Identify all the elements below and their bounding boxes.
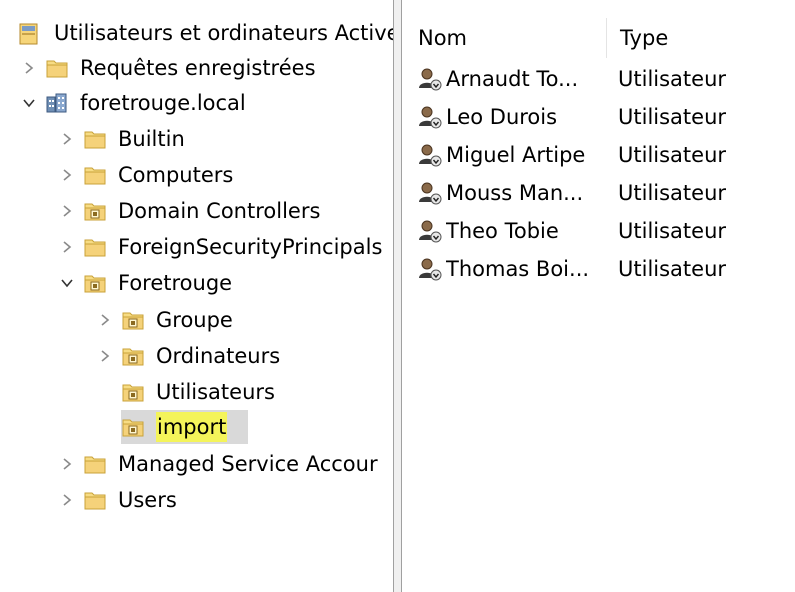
tree-item-saved-queries[interactable]: Requêtes enregistrées xyxy=(22,53,316,83)
tree-item-ordinateurs[interactable]: Ordinateurs xyxy=(98,341,280,371)
chevron-right-icon[interactable] xyxy=(60,240,74,254)
cell-type: Utilisateur xyxy=(618,67,727,91)
tree-item-managed-service-accounts[interactable]: Managed Service Accour xyxy=(60,449,378,479)
chevron-down-icon[interactable] xyxy=(22,96,36,110)
folder-icon xyxy=(46,58,68,78)
user-icon xyxy=(416,180,442,206)
table-row[interactable]: Leo Durois Utilisateur xyxy=(416,100,726,134)
chevron-right-icon[interactable] xyxy=(60,168,74,182)
tree-item-label: Domain Controllers xyxy=(118,199,321,223)
table-row[interactable]: Miguel Artipe Utilisateur xyxy=(416,138,726,172)
ou-folder-icon xyxy=(84,273,106,293)
cell-name: Arnaudt To... xyxy=(446,67,579,91)
tree-item-utilisateurs[interactable]: Utilisateurs xyxy=(98,377,275,407)
tree-item-computers[interactable]: Computers xyxy=(60,160,233,190)
ad-console-icon xyxy=(18,23,40,45)
chevron-right-icon[interactable] xyxy=(60,493,74,507)
cell-name: Leo Durois xyxy=(446,105,558,129)
chevron-right-icon[interactable] xyxy=(60,457,74,471)
cell-name: Miguel Artipe xyxy=(446,143,586,167)
folder-icon xyxy=(84,165,106,185)
tree-item-label: Builtin xyxy=(118,127,185,151)
domain-building-icon xyxy=(46,93,68,113)
tree-item-foretrouge[interactable]: Foretrouge xyxy=(60,268,232,298)
tree-item-label: foretrouge.local xyxy=(80,91,246,115)
user-icon xyxy=(416,66,442,92)
column-header-type[interactable]: Type xyxy=(620,22,668,54)
ou-folder-icon xyxy=(122,346,144,366)
cell-type: Utilisateur xyxy=(618,219,727,243)
tree-pane[interactable]: Utilisateurs et ordinateurs Active Requê… xyxy=(0,0,393,592)
cell-type: Utilisateur xyxy=(618,143,727,167)
folder-icon xyxy=(84,454,106,474)
ou-folder-icon xyxy=(84,201,106,221)
tree-item-label: Ordinateurs xyxy=(156,344,281,368)
chevron-right-icon[interactable] xyxy=(98,349,112,363)
column-header-nom[interactable]: Nom xyxy=(418,22,467,54)
table-row[interactable]: Arnaudt To... Utilisateur xyxy=(416,62,726,96)
user-icon xyxy=(416,218,442,244)
tree-item-users[interactable]: Users xyxy=(60,485,177,515)
folder-icon xyxy=(84,237,106,257)
tree-item-label: Foretrouge xyxy=(118,271,233,295)
tree-item-import[interactable]: import xyxy=(98,412,228,442)
tree-item-label: Managed Service Accour xyxy=(118,452,378,476)
tree-item-groupe[interactable]: Groupe xyxy=(98,305,233,335)
ou-folder-icon xyxy=(122,310,144,330)
cell-type: Utilisateur xyxy=(618,181,727,205)
tree-item-label: Users xyxy=(118,488,177,512)
tree-item-domain-controllers[interactable]: Domain Controllers xyxy=(60,196,320,226)
cell-type: Utilisateur xyxy=(618,105,727,129)
column-header-divider[interactable] xyxy=(606,18,607,58)
cell-type: Utilisateur xyxy=(618,257,727,281)
ad-users-computers-window: Utilisateurs et ordinateurs Active Requê… xyxy=(0,0,795,592)
tree-item-label: import xyxy=(156,412,228,442)
tree-item-label: Requêtes enregistrées xyxy=(80,56,316,80)
chevron-down-icon[interactable] xyxy=(60,276,74,290)
tree-item-label: Utilisateurs xyxy=(156,380,275,404)
table-row[interactable]: Theo Tobie Utilisateur xyxy=(416,214,726,248)
folder-icon xyxy=(84,129,106,149)
table-row[interactable]: Mouss Man... Utilisateur xyxy=(416,176,726,210)
tree-item-label: Computers xyxy=(118,163,234,187)
pane-splitter[interactable] xyxy=(393,0,402,592)
user-icon xyxy=(416,104,442,130)
tree-item-domain[interactable]: foretrouge.local xyxy=(22,88,246,118)
cell-name: Theo Tobie xyxy=(446,219,559,243)
list-pane[interactable]: Nom Type Arnaudt To... Utilisateur Leo D… xyxy=(402,0,795,592)
user-icon xyxy=(416,256,442,282)
chevron-right-icon[interactable] xyxy=(60,132,74,146)
cell-name: Mouss Man... xyxy=(446,181,584,205)
tree-item-root[interactable]: Utilisateurs et ordinateurs Active xyxy=(18,18,393,48)
ou-folder-icon xyxy=(122,417,144,437)
user-icon xyxy=(416,142,442,168)
tree-item-foreign-security-principals[interactable]: ForeignSecurityPrincipals xyxy=(60,232,382,262)
folder-icon xyxy=(84,490,106,510)
cell-name: Thomas Boi... xyxy=(446,257,590,281)
tree-item-label: ForeignSecurityPrincipals xyxy=(118,235,383,259)
tree-item-label: Groupe xyxy=(156,308,233,332)
ou-folder-icon xyxy=(122,382,144,402)
chevron-right-icon[interactable] xyxy=(98,313,112,327)
tree-item-label: Utilisateurs et ordinateurs Active xyxy=(54,21,393,45)
table-row[interactable]: Thomas Boi... Utilisateur xyxy=(416,252,726,286)
chevron-right-icon[interactable] xyxy=(60,204,74,218)
tree-item-builtin[interactable]: Builtin xyxy=(60,124,185,154)
chevron-right-icon[interactable] xyxy=(22,61,36,75)
